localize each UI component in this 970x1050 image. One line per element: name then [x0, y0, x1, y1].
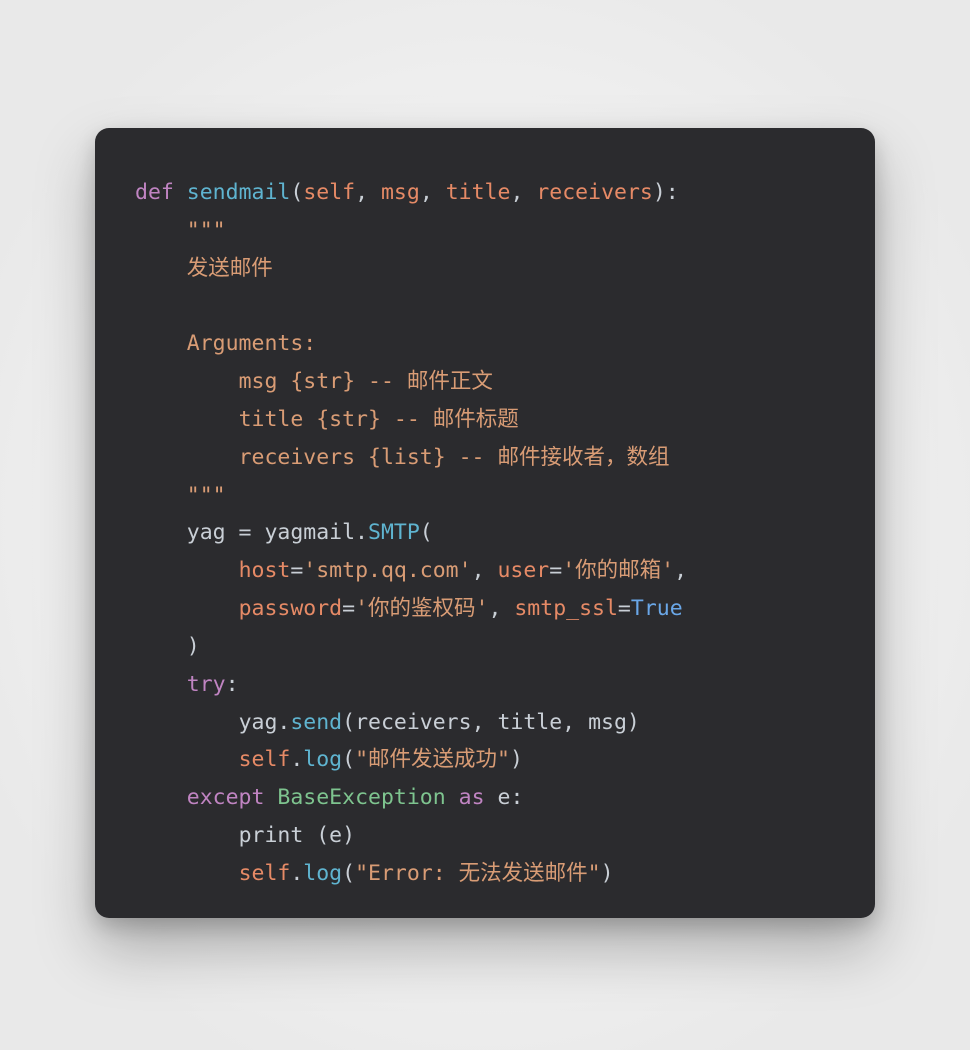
docstring-line: 发送邮件: [187, 256, 273, 281]
class-baseexception: BaseException: [277, 785, 445, 810]
keyword-try: try: [187, 672, 226, 697]
log-call: log: [303, 747, 342, 772]
docstring-line: receivers {list} -- 邮件接收者，数组: [239, 445, 670, 470]
code-card: def sendmail(self, msg, title, receivers…: [95, 128, 875, 918]
code-text: yag.: [239, 710, 291, 735]
paren-close: ): [187, 634, 200, 659]
docstring-close: """: [187, 483, 226, 508]
keyword-def: def: [135, 180, 174, 205]
self-ref: self: [239, 861, 291, 886]
function-name: sendmail: [187, 180, 291, 205]
string-user: '你的邮箱': [562, 558, 674, 583]
keyword-as: as: [459, 785, 485, 810]
docstring-line: Arguments:: [187, 331, 316, 356]
docstring-line: title {str} -- 邮件标题: [239, 407, 519, 432]
log-call: log: [303, 861, 342, 886]
string-password: '你的鉴权码': [355, 596, 488, 621]
string-host: 'smtp.qq.com': [303, 558, 471, 583]
kwarg-host: host: [239, 558, 291, 583]
self-ref: self: [239, 747, 291, 772]
smtp-call: SMTP: [368, 520, 420, 545]
param-self: self: [303, 180, 355, 205]
code-text: yag = yagmail.: [187, 520, 368, 545]
code-block: def sendmail(self, msg, title, receivers…: [135, 174, 835, 893]
print-line: print (e): [239, 823, 356, 848]
bool-true: True: [631, 596, 683, 621]
param-msg: msg: [381, 180, 420, 205]
kwarg-user: user: [497, 558, 549, 583]
kwarg-password: password: [239, 596, 343, 621]
string-success: "邮件发送成功": [355, 747, 510, 772]
send-call: send: [290, 710, 342, 735]
docstring-line: msg {str} -- 邮件正文: [239, 369, 493, 394]
var-e: e: [497, 785, 510, 810]
param-receivers: receivers: [536, 180, 653, 205]
param-title: title: [446, 180, 511, 205]
kwarg-smtpssl: smtp_ssl: [514, 596, 618, 621]
docstring-open: """: [187, 218, 226, 243]
keyword-except: except: [187, 785, 265, 810]
string-error: "Error: 无法发送邮件": [355, 861, 601, 886]
